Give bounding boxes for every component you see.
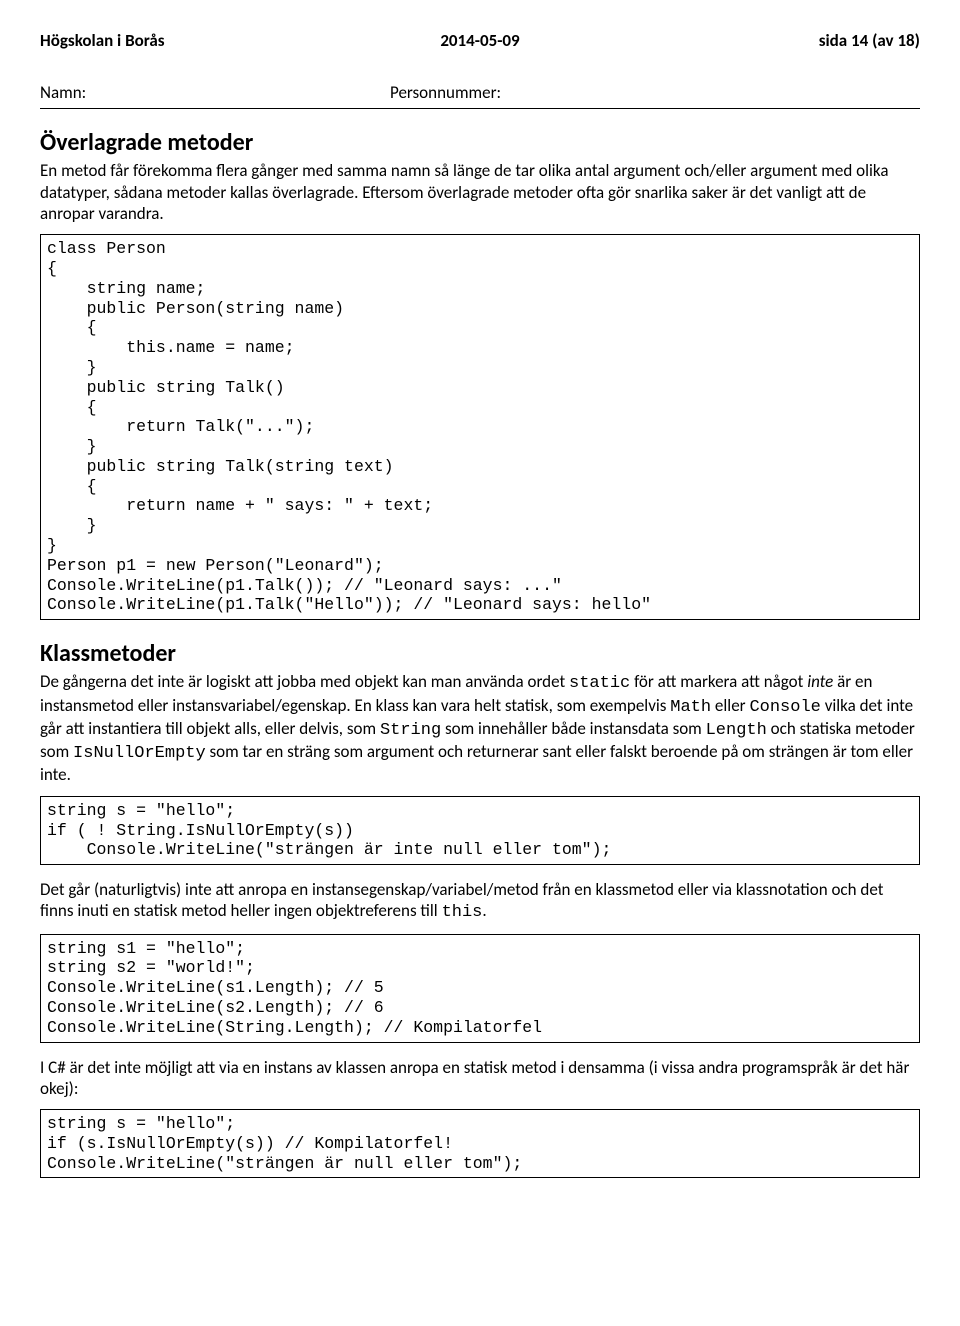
person-number-label: Personnummer:: [390, 82, 501, 104]
text: eller: [711, 695, 749, 716]
code-block-3: string s1 = "hello"; string s2 = "world!…: [40, 934, 920, 1043]
code-block-1: class Person { string name; public Perso…: [40, 234, 920, 620]
header-date: 2014-05-09: [333, 30, 626, 52]
code-block-4: string s = "hello"; if (s.IsNullOrEmpty(…: [40, 1109, 920, 1178]
section-title-class-methods: Klassmetoder: [40, 638, 920, 669]
code-inline-console: Console: [749, 698, 820, 717]
text: .: [482, 900, 486, 921]
section2-para1: De gångerna det inte är logiskt att jobb…: [40, 671, 920, 785]
code-inline-isnullorempty: IsNullOrEmpty: [73, 744, 206, 763]
divider: [40, 108, 920, 109]
code-inline-math: Math: [670, 698, 711, 717]
para2: Det går (naturligtvis) inte att anropa e…: [40, 879, 920, 924]
form-labels-row: Namn: Personnummer:: [40, 82, 920, 104]
text: för att markera att något: [630, 671, 807, 692]
code-inline-static: static: [569, 674, 630, 693]
code-inline-string: String: [380, 721, 441, 740]
name-label: Namn:: [40, 82, 390, 104]
code-inline-length: Length: [706, 721, 767, 740]
code-block-2: string s = "hello"; if ( ! String.IsNull…: [40, 796, 920, 865]
header-page-number: sida 14 (av 18): [627, 30, 920, 52]
code-inline-this: this: [442, 903, 483, 922]
para3: I C# är det inte möjligt att via en inst…: [40, 1057, 920, 1100]
italic-inte: inte: [807, 671, 833, 692]
header-institution: Högskolan i Borås: [40, 30, 333, 52]
section1-body: En metod får förekomma flera gånger med …: [40, 160, 920, 224]
text: som innehåller både instansdata som: [441, 718, 705, 739]
text: De gångerna det inte är logiskt att jobb…: [40, 671, 569, 692]
section-title-overloaded-methods: Överlagrade metoder: [40, 127, 920, 158]
page-header: Högskolan i Borås 2014-05-09 sida 14 (av…: [40, 30, 920, 52]
